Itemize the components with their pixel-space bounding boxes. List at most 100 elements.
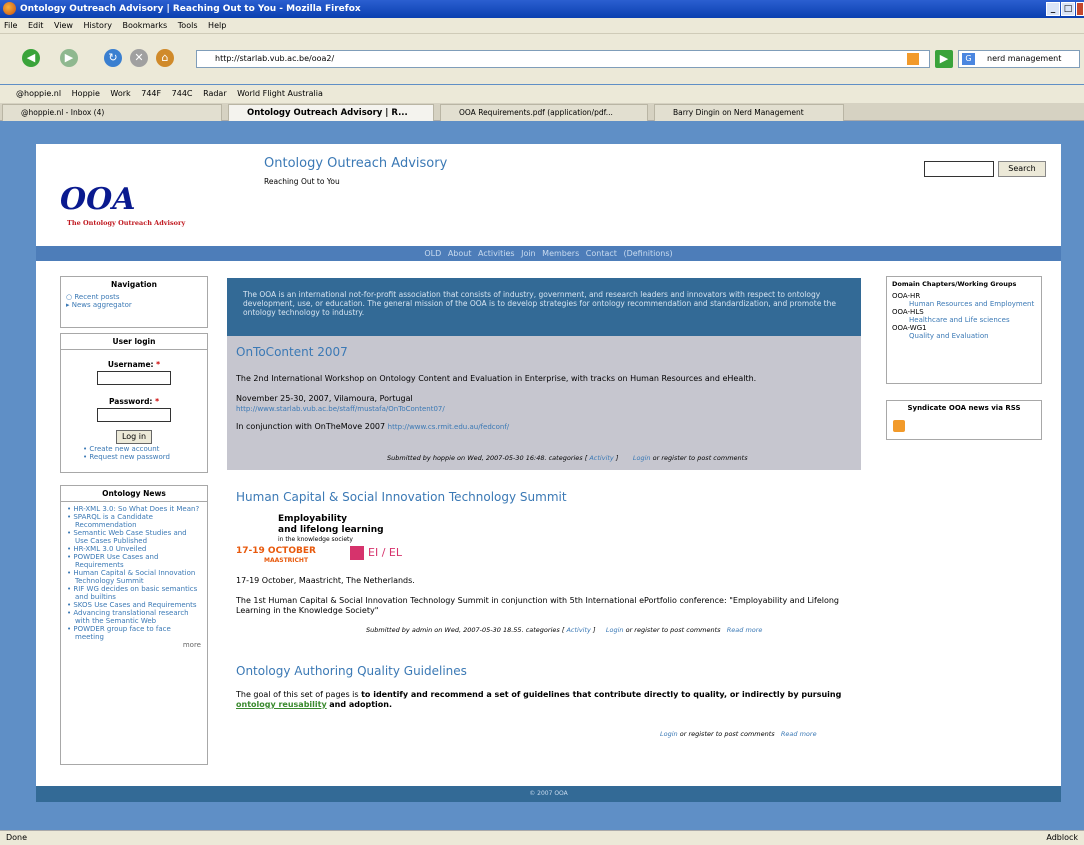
conj-link[interactable]: http://www.cs.rmit.edu.au/fedconf/ — [388, 423, 510, 431]
maximize-button[interactable]: □ — [1061, 2, 1075, 16]
nav-activities[interactable]: Activities — [478, 249, 515, 258]
news-item[interactable]: • HR-XML 3.0 Unveiled — [61, 545, 207, 553]
site-search-button[interactable]: Search — [998, 161, 1046, 177]
bookmark-744c[interactable]: 744C — [172, 89, 193, 98]
login-button[interactable]: Log in — [116, 430, 152, 444]
news-item[interactable]: • POWDER group face to face meeting — [61, 625, 207, 641]
bookmark-work[interactable]: Work — [110, 89, 130, 98]
tab-inbox[interactable]: @hoppie.nl - Inbox (4) — [2, 104, 222, 121]
username-field[interactable] — [97, 371, 171, 385]
menu-view[interactable]: View — [54, 21, 73, 30]
news-item[interactable]: • SPARQL is a Candidate Recommendation — [61, 513, 207, 529]
login-link[interactable]: Login — [660, 730, 678, 738]
site-name[interactable]: Ontology Outreach Advisory — [264, 156, 447, 171]
read-more-link[interactable]: Read more — [727, 626, 763, 634]
post-title[interactable]: Human Capital & Social Innovation Techno… — [236, 490, 567, 504]
bookmark-744f[interactable]: 744F — [141, 89, 161, 98]
category-link[interactable]: Activity — [566, 626, 590, 634]
login-link[interactable]: Login — [606, 626, 624, 634]
news-item[interactable]: • POWDER Use Cases and Requirements — [61, 553, 207, 569]
rss-feed-icon[interactable] — [893, 420, 905, 432]
adblock-button[interactable]: Adblock — [1046, 831, 1078, 845]
post-url[interactable]: http://www.starlab.vub.ac.be/staff/musta… — [236, 404, 445, 414]
menu-edit[interactable]: Edit — [28, 21, 44, 30]
go-icon[interactable]: ▶ — [935, 50, 953, 68]
post-meta: Submitted by admin on Wed, 2007-05-30 18… — [366, 626, 762, 634]
bookmark-world-flight[interactable]: World Flight Australia — [237, 89, 323, 98]
nav-old[interactable]: OLD — [424, 249, 441, 258]
close-button[interactable] — [1076, 2, 1084, 16]
menu-file[interactable]: File — [4, 21, 17, 30]
login-link[interactable]: Login — [633, 454, 651, 462]
body-prefix: The goal of this set of pages is — [236, 690, 359, 699]
search-input[interactable]: G nerd management — [958, 50, 1080, 68]
stop-icon[interactable]: ✕ — [130, 49, 148, 67]
tab-requirements-pdf[interactable]: OOA Requirements.pdf (application/pdf... — [440, 104, 648, 121]
chapter-hr-link[interactable]: Human Resources and Employment — [887, 300, 1041, 308]
banner-city: MAASTRICHT — [264, 557, 309, 564]
news-item[interactable]: • Human Capital & Social Innovation Tech… — [61, 569, 207, 585]
category-link[interactable]: Activity — [589, 454, 613, 462]
submitted-text: Submitted by admin on Wed, 2007-05-30 18… — [366, 626, 565, 634]
bookmark-radar[interactable]: Radar — [203, 89, 227, 98]
news-item[interactable]: • Semantic Web Case Studies and Use Case… — [61, 529, 207, 545]
home-icon[interactable]: ⌂ — [156, 49, 174, 67]
reload-icon[interactable]: ↻ — [104, 49, 122, 67]
register-text: or register to post comments — [625, 626, 721, 634]
minimize-button[interactable]: _ — [1046, 2, 1060, 16]
news-more-link[interactable]: more — [61, 641, 207, 649]
post-ontocontent: OnToContent 2007 The 2nd International W… — [227, 336, 861, 470]
address-bar[interactable]: http://starlab.vub.ac.be/ooa2/ — [196, 50, 930, 68]
nav-recent-posts[interactable]: ○ Recent posts — [61, 289, 207, 301]
back-icon[interactable]: ◀ — [22, 49, 40, 67]
chapter-wg1-link[interactable]: Quality and Evaluation — [887, 332, 1041, 340]
link-label: Create new account — [89, 445, 160, 453]
news-item[interactable]: • HR-XML 3.0: So What Does it Mean? — [61, 505, 207, 513]
post-date: November 25-30, 2007, Vilamoura, Portuga… — [236, 394, 413, 403]
banner-line3: in the knowledge society — [278, 536, 353, 543]
tab-nerd-management[interactable]: Barry Dingin on Nerd Management — [654, 104, 844, 121]
password-field[interactable] — [97, 408, 171, 422]
rss-feed-icon[interactable] — [907, 53, 919, 65]
tab-ooa[interactable]: Ontology Outreach Advisory | R... — [228, 104, 434, 121]
menu-tools[interactable]: Tools — [178, 21, 198, 30]
bookmark-hoppie-mail[interactable]: @hoppie.nl — [16, 89, 61, 98]
bookmark-hoppie[interactable]: Hoppie — [72, 89, 100, 98]
nav-members[interactable]: Members — [542, 249, 579, 258]
logo-subtitle: The Ontology Outreach Advisory — [67, 219, 186, 227]
news-item[interactable]: • Advancing translational research with … — [61, 609, 207, 625]
menu-history[interactable]: History — [84, 21, 112, 30]
conj-text: In conjunction with OnTheMove 2007 — [236, 422, 386, 431]
post-title[interactable]: Ontology Authoring Quality Guidelines — [236, 664, 467, 678]
menu-help[interactable]: Help — [208, 21, 226, 30]
nav-join[interactable]: Join — [521, 249, 536, 258]
reusability-link[interactable]: ontology reusability — [236, 700, 327, 709]
block-title: Navigation — [111, 280, 157, 289]
nav-about[interactable]: About — [448, 249, 472, 258]
summit-banner-image: Employability and lifelong learning in t… — [236, 514, 426, 566]
link-label: Request new password — [89, 453, 170, 461]
post-title[interactable]: OnToContent 2007 — [236, 345, 348, 359]
nav-definitions[interactable]: (Definitions) — [623, 249, 672, 258]
read-more-link[interactable]: Read more — [781, 730, 817, 738]
site-logo[interactable]: OOA The Ontology Outreach Advisory — [58, 182, 228, 227]
menu-bookmarks[interactable]: Bookmarks — [123, 21, 168, 30]
site-search-input[interactable] — [924, 161, 994, 177]
news-item[interactable]: • RIF WG decides on basic semantics and … — [61, 585, 207, 601]
news-item[interactable]: • SKOS Use Cases and Requirements — [61, 601, 207, 609]
news-label: Human Capital & Social Innovation Techno… — [73, 569, 196, 585]
request-password-link[interactable]: • Request new password — [61, 453, 207, 461]
register-text: or register to post comments — [679, 730, 775, 738]
google-icon[interactable]: G — [962, 53, 975, 65]
news-label: HR-XML 3.0 Unveiled — [73, 545, 147, 553]
chapter-hls-link[interactable]: Healthcare and Life sciences — [887, 316, 1041, 324]
status-bar: Done Adblock — [0, 830, 1084, 845]
nav-contact[interactable]: Contact — [586, 249, 617, 258]
post-meta: Submitted by hoppie on Wed, 2007-05-30 1… — [387, 454, 748, 462]
chapter-code: OOA-HLS — [892, 308, 924, 316]
forward-icon[interactable]: ▶ — [60, 49, 78, 67]
nav-news-aggregator[interactable]: ▸ News aggregator — [61, 301, 207, 309]
user-login-block: User login Username: * Password: * Log i… — [60, 333, 208, 473]
register-text: or register to post comments — [652, 454, 748, 462]
create-account-link[interactable]: • Create new account — [61, 445, 207, 453]
